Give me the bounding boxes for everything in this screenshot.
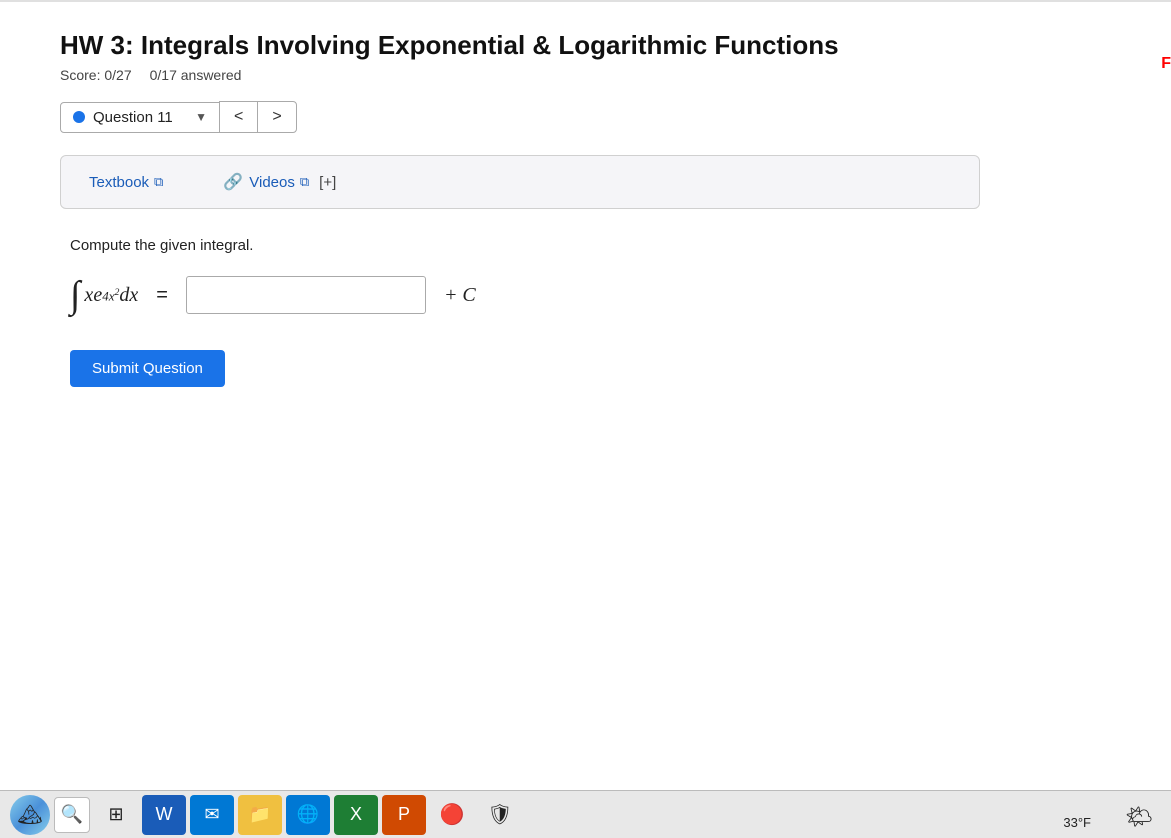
answer-input[interactable] [186, 276, 426, 314]
integral-expression: ∫ xe4x2dx [70, 276, 138, 314]
powerpoint-icon: P [398, 804, 410, 825]
paperclip-icon: 🔗 [223, 172, 243, 192]
right-edge-label: F [1161, 55, 1171, 73]
textbook-link[interactable]: Textbook ⧉ [89, 174, 163, 191]
word-button[interactable]: W [142, 795, 186, 835]
question-dropdown-label: Question 11 [93, 109, 187, 126]
edge-button[interactable]: 🌐 [286, 795, 330, 835]
answered-count: 0/17 answered [150, 67, 242, 83]
temperature-display: 33°F [1063, 815, 1091, 830]
resources-box: Textbook ⧉ 🔗 Videos ⧉ [+] [60, 155, 980, 209]
question-dot [73, 111, 85, 123]
chrome-button[interactable]: 🔴 [430, 795, 474, 835]
powerpoint-button[interactable]: P [382, 795, 426, 835]
taskview-icon: ⊞ [108, 804, 123, 825]
prev-question-button[interactable]: < [219, 101, 258, 133]
score-line: Score: 0/27 0/17 answered [60, 67, 1111, 83]
integrand: xe4x2dx [84, 284, 138, 307]
score-value: Score: 0/27 [60, 67, 132, 83]
file-explorer-button[interactable]: 📁 [238, 795, 282, 835]
plus-bracket[interactable]: [+] [319, 174, 336, 191]
integral-sign: ∫ [70, 276, 80, 314]
chrome-icon: 🔴 [440, 802, 465, 827]
folder-icon: 📁 [249, 804, 271, 825]
question-dropdown[interactable]: Question 11 ▼ [60, 102, 220, 133]
search-icon: 🔍 [61, 804, 83, 825]
integral-line: ∫ xe4x2dx = + C [70, 276, 1111, 314]
mail-button[interactable]: ✉ [190, 795, 234, 835]
next-question-button[interactable]: > [257, 101, 296, 133]
word-icon: W [156, 804, 173, 825]
question-instruction: Compute the given integral. [70, 237, 1111, 254]
edge-icon: 🌐 [297, 804, 319, 825]
equals-sign: = [156, 284, 168, 307]
textbook-label: Textbook [89, 174, 149, 191]
chevron-down-icon: ▼ [195, 110, 207, 124]
plus-c: + C [444, 284, 476, 307]
security-button[interactable]: 🛡 [478, 795, 522, 835]
excel-button[interactable]: X [334, 795, 378, 835]
videos-label: Videos [249, 174, 295, 191]
external-link-icon-videos: ⧉ [300, 174, 309, 190]
question-body: Compute the given integral. ∫ xe4x2dx = … [60, 237, 1111, 387]
question-nav: Question 11 ▼ < > [60, 101, 1111, 133]
security-icon: 🛡 [487, 802, 512, 827]
excel-icon: X [350, 804, 362, 825]
hw-title: HW 3: Integrals Involving Exponential & … [60, 30, 1111, 61]
taskbar-search-button[interactable]: 🔍 [54, 797, 90, 833]
taskbar: 🏔 🔍 ⊞ W ✉ 📁 🌐 X P 🔴 🛡 [0, 790, 1171, 838]
weather-icon: 🌤 [1125, 804, 1153, 830]
videos-link[interactable]: Videos ⧉ [249, 174, 309, 191]
taskview-button[interactable]: ⊞ [94, 795, 138, 835]
mail-icon: ✉ [204, 804, 219, 825]
external-link-icon-textbook: ⧉ [154, 174, 163, 190]
start-button[interactable]: 🏔 [10, 795, 50, 835]
submit-question-button[interactable]: Submit Question [70, 350, 225, 387]
